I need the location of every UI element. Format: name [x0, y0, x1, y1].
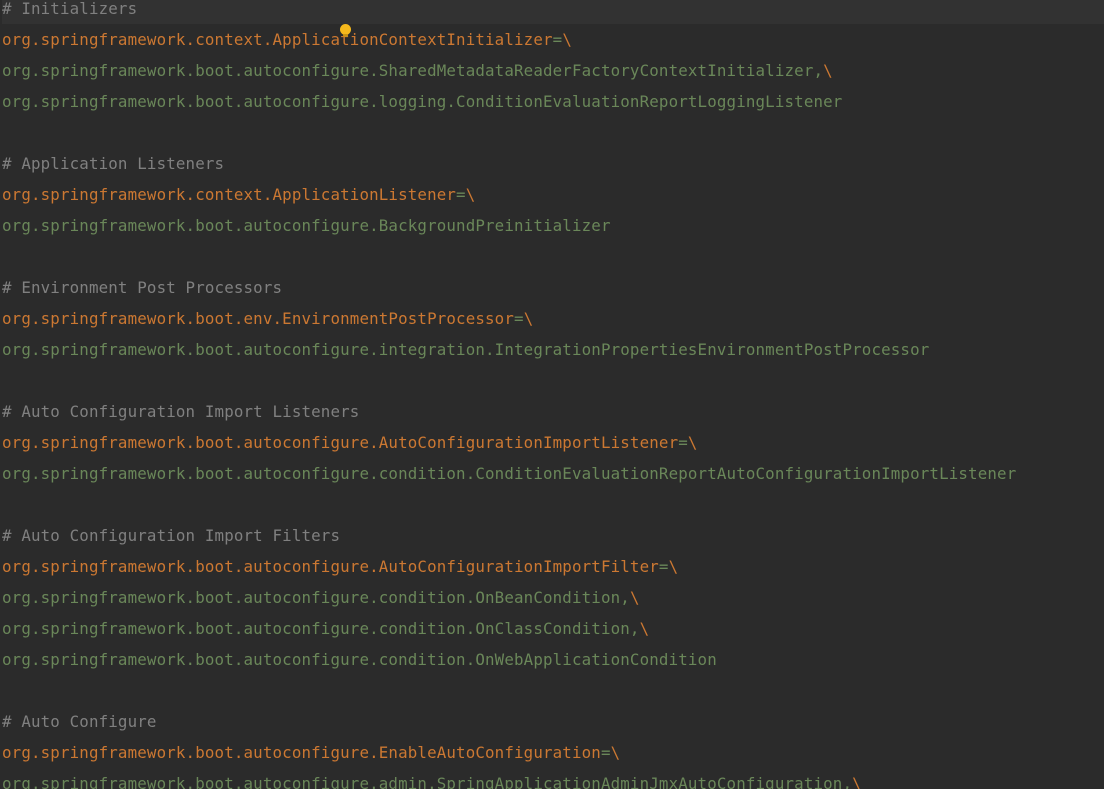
code-line[interactable]: org.springframework.boot.autoconfigure.c…	[2, 458, 1104, 489]
comment-text: # Environment Post Processors	[2, 278, 283, 297]
code-line[interactable]: org.springframework.boot.autoconfigure.c…	[2, 644, 1104, 675]
property-value: org.springframework.boot.autoconfigure.i…	[2, 340, 930, 359]
code-line[interactable]: org.springframework.boot.autoconfigure.S…	[2, 55, 1104, 86]
property-value: org.springframework.boot.autoconfigure.l…	[2, 92, 843, 111]
line-continuation: \	[668, 557, 679, 576]
property-key: org.springframework.context.ApplicationC…	[2, 30, 553, 49]
line-continuation: \	[465, 185, 476, 204]
code-line[interactable]: org.springframework.context.ApplicationC…	[2, 24, 1104, 55]
property-key: org.springframework.boot.autoconfigure.A…	[2, 557, 659, 576]
code-line[interactable]: # Auto Configuration Import Filters	[2, 520, 1104, 551]
property-value: org.springframework.boot.autoconfigure.c…	[2, 464, 1017, 483]
code-editor[interactable]: # Initializers org.springframework.conte…	[0, 0, 1104, 789]
property-key: org.springframework.context.ApplicationL…	[2, 185, 457, 204]
line-continuation: \	[852, 774, 862, 789]
equals-sign: =	[658, 557, 669, 576]
property-value: org.springframework.boot.autoconfigure.c…	[2, 588, 630, 607]
property-key: org.springframework.boot.autoconfigure.E…	[2, 743, 601, 762]
line-continuation: \	[823, 61, 833, 80]
equals-sign: =	[678, 433, 688, 452]
code-line[interactable]: org.springframework.boot.autoconfigure.c…	[2, 613, 1104, 644]
line-continuation: \	[687, 433, 698, 452]
code-line[interactable]: org.springframework.context.ApplicationL…	[2, 179, 1104, 210]
code-line[interactable]: org.springframework.boot.autoconfigure.A…	[2, 551, 1104, 582]
comment-text: # Auto Configuration Import Listeners	[2, 402, 360, 421]
line-continuation: \	[610, 743, 621, 762]
comment-text: # Auto Configure	[2, 712, 157, 731]
property-key: org.springframework.boot.autoconfigure.A…	[2, 433, 679, 452]
property-value: org.springframework.boot.autoconfigure.c…	[2, 650, 717, 669]
code-line[interactable]: org.springframework.boot.autoconfigure.l…	[2, 86, 1104, 117]
comment-text: # Application Listeners	[2, 154, 225, 173]
equals-sign: =	[600, 743, 611, 762]
code-line[interactable]: # Initializers	[2, 0, 1104, 24]
code-line[interactable]: org.springframework.boot.autoconfigure.c…	[2, 582, 1104, 613]
equals-sign: =	[514, 309, 524, 328]
line-continuation: \	[523, 309, 534, 328]
property-value: org.springframework.boot.autoconfigure.a…	[2, 774, 853, 789]
comment-text: # Auto Configuration Import Filters	[2, 526, 341, 545]
property-value: org.springframework.boot.autoconfigure.c…	[2, 619, 640, 638]
code-line[interactable]: # Auto Configure	[2, 706, 1104, 737]
property-value: org.springframework.boot.autoconfigure.S…	[2, 61, 824, 80]
property-key: org.springframework.boot.env.Environment…	[2, 309, 515, 328]
code-line[interactable]: org.springframework.boot.autoconfigure.A…	[2, 427, 1104, 458]
equals-sign: =	[552, 30, 563, 49]
property-value: org.springframework.boot.autoconfigure.B…	[2, 216, 611, 235]
code-line[interactable]: org.springframework.boot.env.Environment…	[2, 303, 1104, 334]
comment-text: # Initializers	[2, 0, 138, 18]
code-line[interactable]: org.springframework.boot.autoconfigure.a…	[2, 768, 1104, 789]
line-continuation: \	[629, 588, 640, 607]
code-line[interactable]: # Application Listeners	[2, 148, 1104, 179]
code-line[interactable]: org.springframework.boot.autoconfigure.B…	[2, 210, 1104, 241]
code-line[interactable]: org.springframework.boot.autoconfigure.i…	[2, 334, 1104, 365]
line-continuation: \	[639, 619, 650, 638]
equals-sign: =	[456, 185, 466, 204]
code-line[interactable]: org.springframework.boot.autoconfigure.E…	[2, 737, 1104, 768]
line-continuation: \	[562, 30, 572, 49]
code-line[interactable]: # Auto Configuration Import Listeners	[2, 396, 1104, 427]
code-line[interactable]: # Environment Post Processors	[2, 272, 1104, 303]
lightbulb-icon[interactable]	[340, 24, 351, 37]
